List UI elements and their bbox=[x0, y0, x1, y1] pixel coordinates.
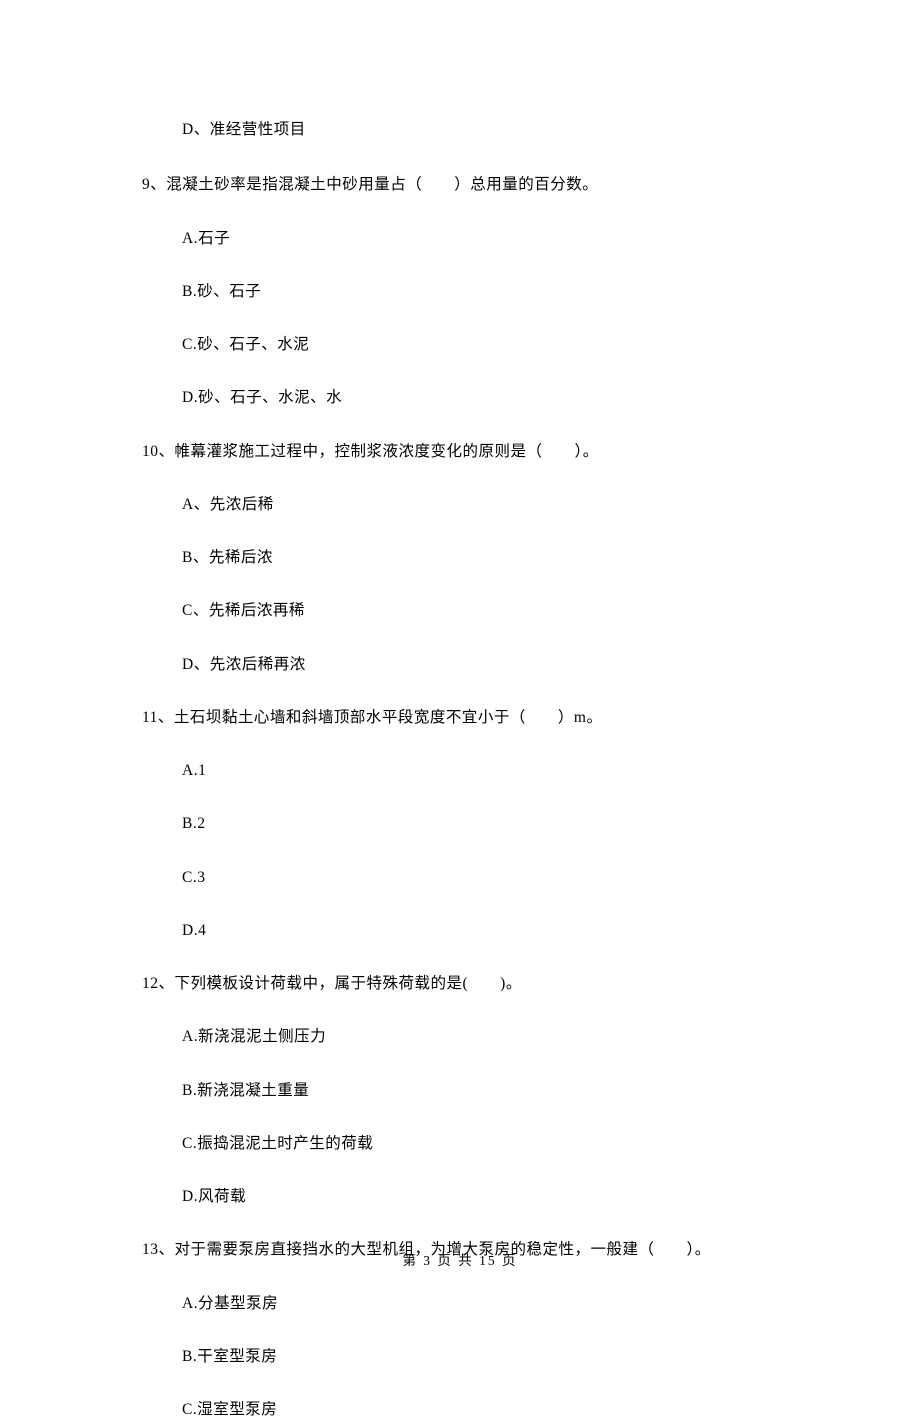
question-9: 9、混凝土砂率是指混凝土中砂用量占（ ）总用量的百分数。 A.石子 B.砂、石子… bbox=[142, 173, 780, 409]
option-b: B.干室型泵房 bbox=[182, 1345, 780, 1368]
question-11: 11、土石坝黏土心墙和斜墙顶部水平段宽度不宜小于（ ）m。 A.1 B.2 C.… bbox=[142, 706, 780, 942]
option-a: A.1 bbox=[182, 759, 780, 782]
option-c: C.砂、石子、水泥 bbox=[182, 333, 780, 356]
option-b: B.砂、石子 bbox=[182, 280, 780, 303]
option-c: C、先稀后浓再稀 bbox=[182, 599, 780, 622]
option-d: D、先浓后稀再浓 bbox=[182, 653, 780, 676]
question-10: 10、帷幕灌浆施工过程中，控制浆液浓度变化的原则是（ ）。 A、先浓后稀 B、先… bbox=[142, 440, 780, 676]
option-c: C.3 bbox=[182, 866, 780, 889]
option-c: C.湿室型泵房 bbox=[182, 1398, 780, 1421]
option-d: D.风荷载 bbox=[182, 1185, 780, 1208]
option-a: A.分基型泵房 bbox=[182, 1292, 780, 1315]
option-a: A.石子 bbox=[182, 227, 780, 250]
option-d: D.砂、石子、水泥、水 bbox=[182, 386, 780, 409]
option-d: D.4 bbox=[182, 919, 780, 942]
question-text: 10、帷幕灌浆施工过程中，控制浆液浓度变化的原则是（ ）。 bbox=[142, 440, 780, 463]
option-c: C.振捣混泥土时产生的荷载 bbox=[182, 1132, 780, 1155]
question-text: 9、混凝土砂率是指混凝土中砂用量占（ ）总用量的百分数。 bbox=[142, 173, 780, 196]
page-footer: 第 3 页 共 15 页 bbox=[0, 1249, 920, 1269]
option-b: B、先稀后浓 bbox=[182, 546, 780, 569]
option-a: A.新浇混泥土侧压力 bbox=[182, 1025, 780, 1048]
previous-option-d: D、准经营性项目 bbox=[182, 118, 780, 141]
page-content: D、准经营性项目 9、混凝土砂率是指混凝土中砂用量占（ ）总用量的百分数。 A.… bbox=[0, 0, 920, 1421]
option-b: B.2 bbox=[182, 812, 780, 835]
question-text: 11、土石坝黏土心墙和斜墙顶部水平段宽度不宜小于（ ）m。 bbox=[142, 706, 780, 729]
option-a: A、先浓后稀 bbox=[182, 493, 780, 516]
question-12: 12、下列模板设计荷载中，属于特殊荷载的是( )。 A.新浇混泥土侧压力 B.新… bbox=[142, 972, 780, 1208]
option-b: B.新浇混凝土重量 bbox=[182, 1079, 780, 1102]
question-text: 12、下列模板设计荷载中，属于特殊荷载的是( )。 bbox=[142, 972, 780, 995]
